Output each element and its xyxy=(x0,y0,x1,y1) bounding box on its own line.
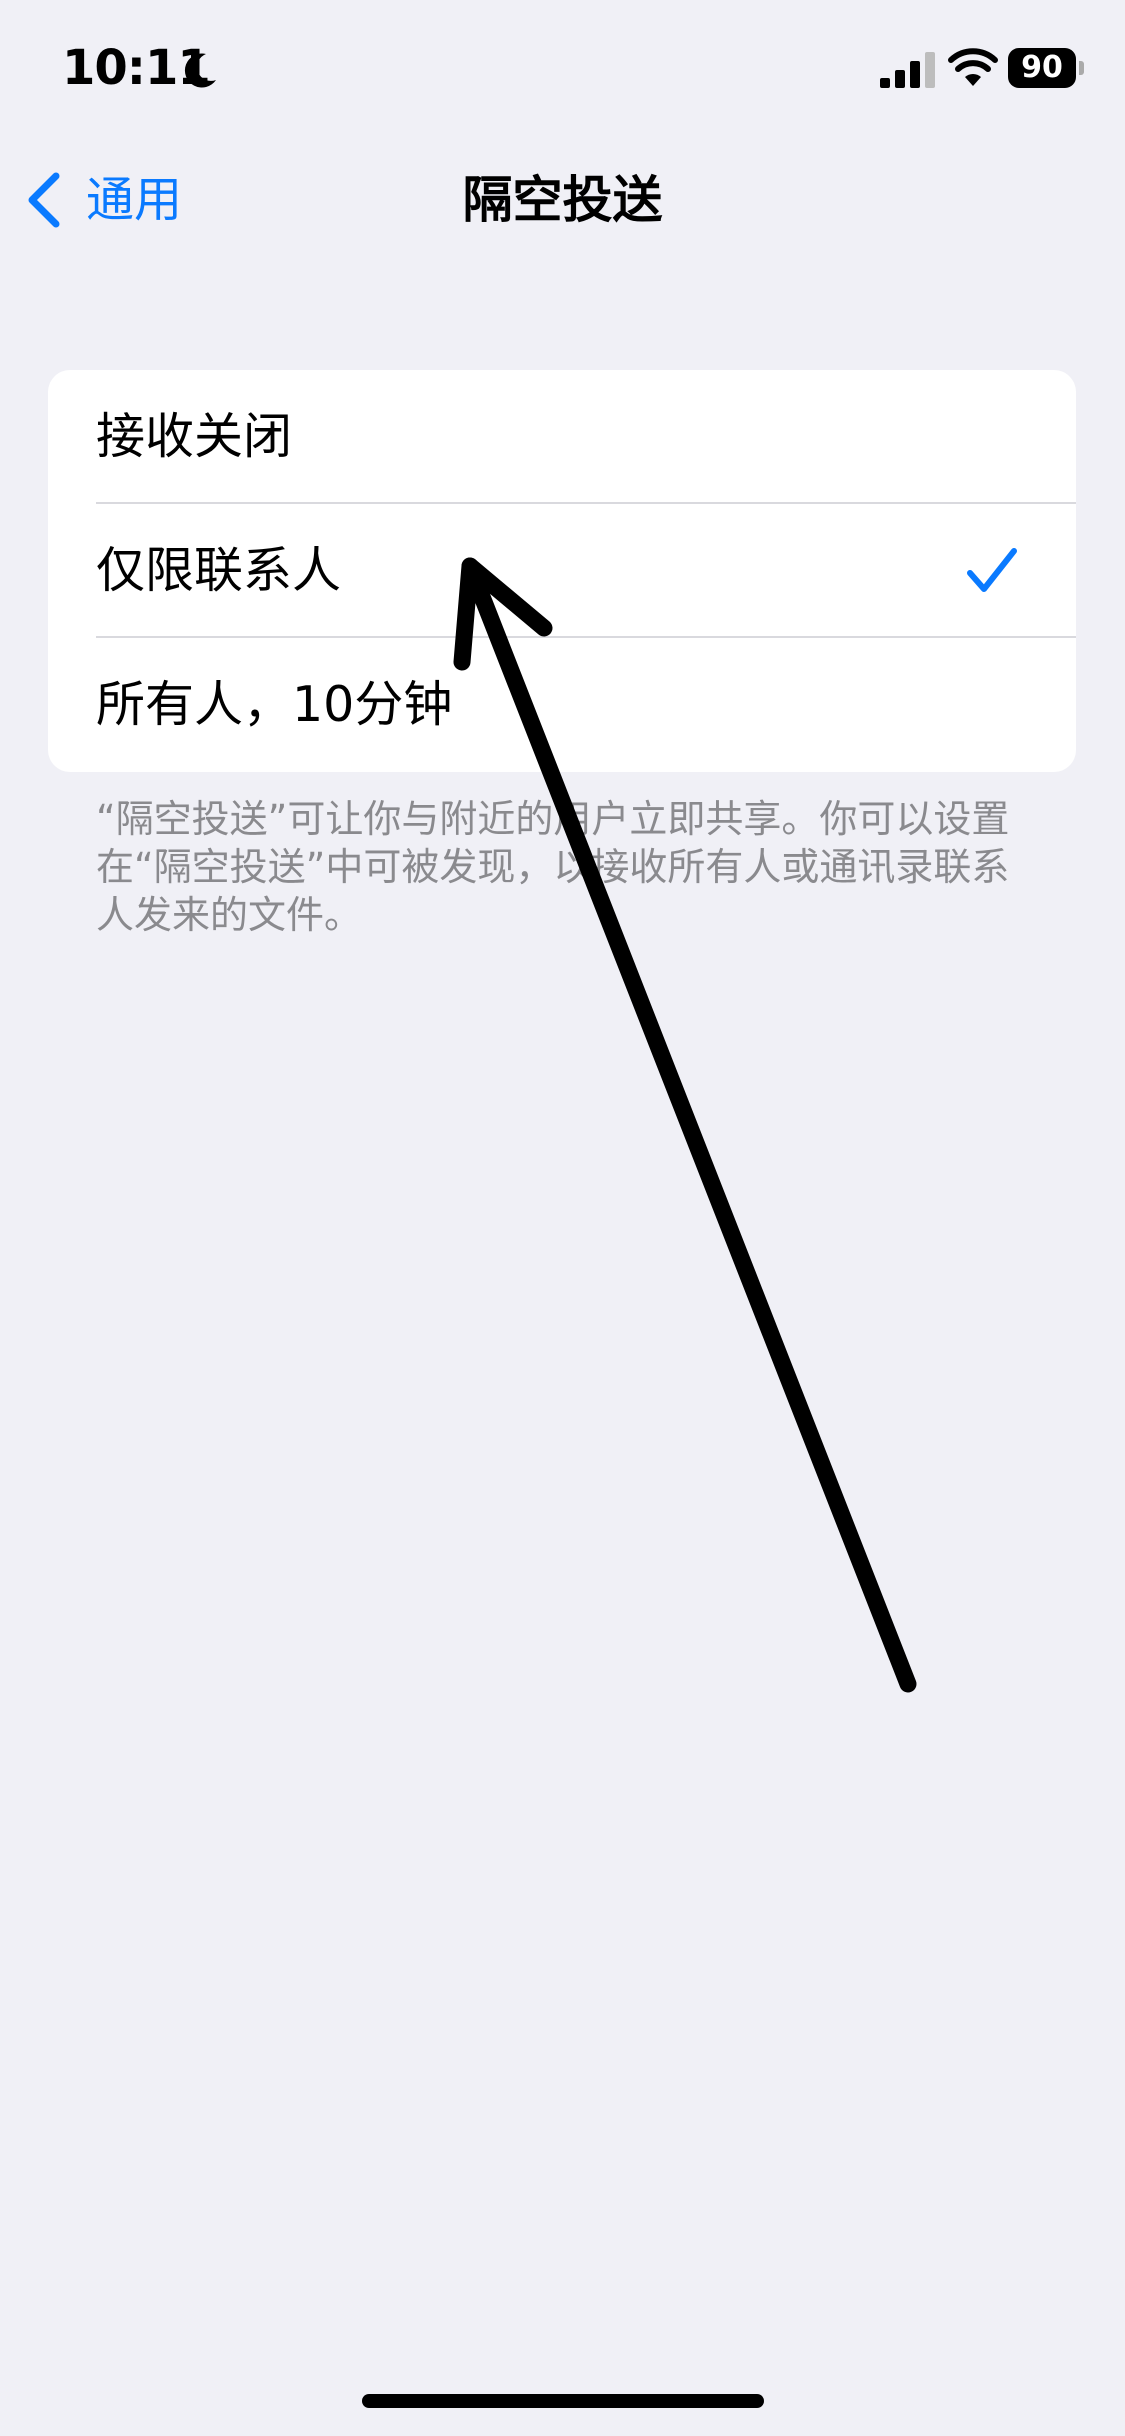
option-label: 接收关闭 xyxy=(96,408,293,465)
option-label: 所有人，10分钟 xyxy=(96,676,453,733)
home-indicator[interactable] xyxy=(362,2394,764,2408)
battery-icon: 90 xyxy=(1008,48,1084,88)
checkmark-icon xyxy=(967,548,1017,592)
airdrop-description: “隔空投送”可让你与附近的用户立即共享。你可以设置在“隔空投送”中可被发现，以接… xyxy=(96,797,1010,937)
status-bar: 10:11 90 xyxy=(0,0,1125,140)
signal-icon xyxy=(880,52,935,88)
airdrop-options-group: 接收关闭 仅限联系人 所有人，10分钟 xyxy=(48,370,1076,772)
option-receiving-off[interactable]: 接收关闭 xyxy=(48,370,1076,504)
page-title: 隔空投送 xyxy=(462,171,663,229)
battery-level: 90 xyxy=(1008,48,1076,88)
battery-cap xyxy=(1079,61,1084,75)
option-everyone-10-minutes[interactable]: 所有人，10分钟 xyxy=(48,638,1076,772)
wifi-icon xyxy=(948,48,998,86)
option-label: 仅限联系人 xyxy=(96,542,342,599)
annotation-arrow xyxy=(453,557,917,1693)
moon-icon xyxy=(184,53,216,88)
option-contacts-only[interactable]: 仅限联系人 xyxy=(48,504,1076,638)
